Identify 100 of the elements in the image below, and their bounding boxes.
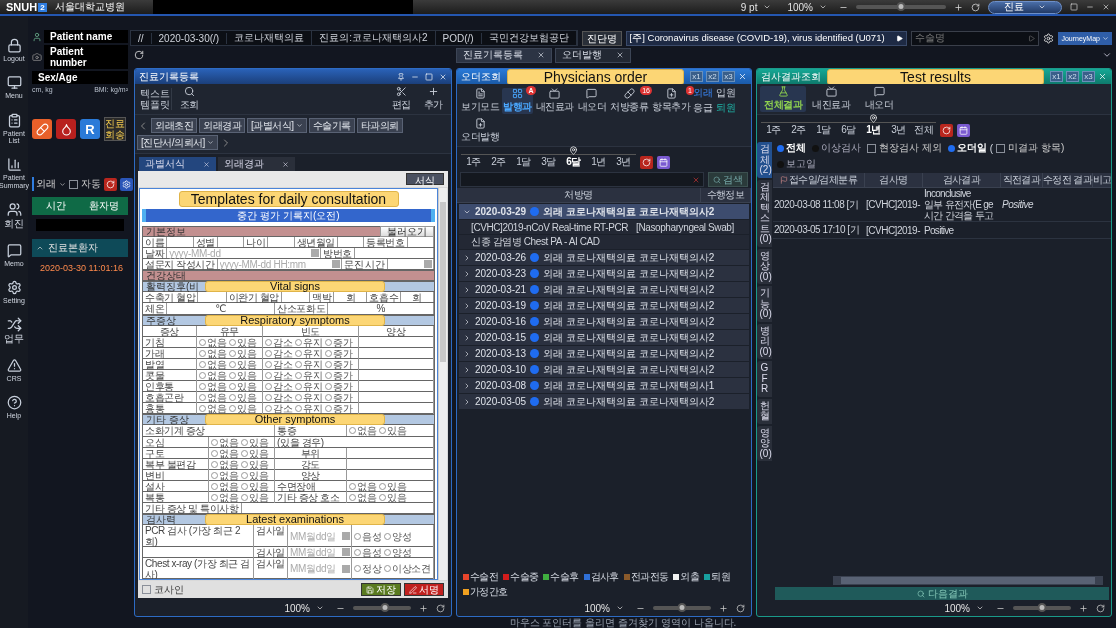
- radio-option[interactable]: 감소: [265, 381, 292, 393]
- calendar-button[interactable]: [657, 156, 670, 169]
- radio-option[interactable]: 이상소견: [384, 563, 430, 575]
- zoom-slider[interactable]: [653, 606, 711, 610]
- nav-item[interactable]: 회진: [0, 202, 28, 230]
- radio-option[interactable]: 있음: [229, 347, 256, 359]
- mode-dropdown[interactable]: 진료: [988, 0, 1062, 14]
- radio-option[interactable]: 없음: [199, 358, 226, 370]
- radio-option[interactable]: 유지: [295, 392, 322, 404]
- maximize-icon[interactable]: [425, 72, 433, 81]
- radio-option[interactable]: 감소: [265, 336, 292, 348]
- scale-button[interactable]: x2: [706, 71, 719, 82]
- cosign-checkbox[interactable]: 코사인: [142, 582, 184, 597]
- form-type-button[interactable]: 외래초진: [151, 118, 197, 133]
- period-button[interactable]: 1달: [811, 114, 836, 137]
- toolbar-button[interactable]: 보기모드: [460, 87, 500, 114]
- radio-option[interactable]: 없음: [199, 392, 226, 404]
- minimize-icon[interactable]: [1086, 3, 1094, 11]
- radio-option[interactable]: 없음: [349, 425, 376, 437]
- slider-thumb[interactable]: [896, 2, 906, 11]
- refresh-button[interactable]: [104, 177, 117, 191]
- pill-icon[interactable]: [32, 119, 52, 139]
- visit-filter[interactable]: 퇴원: [716, 101, 735, 115]
- side-tab[interactable]: 영상(0): [757, 248, 772, 284]
- toolbar-button[interactable]: 내진료과: [534, 87, 575, 114]
- scale-button[interactable]: x3: [1082, 71, 1095, 82]
- radio-option[interactable]: 없음: [211, 436, 238, 448]
- font-size-select[interactable]: 9 pt: [736, 1, 776, 13]
- scale-button[interactable]: x2: [1066, 71, 1079, 82]
- form-type-button[interactable]: 타과의뢰: [356, 118, 403, 133]
- radio-option[interactable]: 있음: [229, 358, 256, 370]
- unit-field[interactable]: %: [328, 303, 434, 314]
- zoom-in-icon[interactable]: [1079, 603, 1088, 613]
- side-tab[interactable]: 헌혈: [757, 398, 772, 424]
- radio-option[interactable]: 있음: [379, 480, 406, 492]
- refresh-button[interactable]: [640, 156, 653, 169]
- save-button[interactable]: 저장: [361, 583, 401, 596]
- document-tab[interactable]: 오더발행: [555, 47, 631, 63]
- radio-option[interactable]: 없음: [211, 492, 238, 504]
- text-template-button[interactable]: 텍스트 템플릿: [138, 88, 172, 110]
- radio-option[interactable]: 있음: [241, 447, 268, 459]
- zoom-in-icon[interactable]: [954, 2, 963, 12]
- form-type-button[interactable]: [진단서/의뢰서]: [137, 135, 218, 150]
- zoom-slider[interactable]: [353, 606, 411, 610]
- order-group-row[interactable]: 2020-03-23 외래 코로나재택의료 코로나재택의사2: [459, 266, 749, 281]
- radio-option[interactable]: 없음: [211, 458, 238, 470]
- zoom-slider[interactable]: [856, 5, 946, 9]
- form-type-button[interactable]: [과별서식]: [247, 118, 307, 133]
- radio-option[interactable]: 있음: [241, 458, 268, 470]
- toolbar-button[interactable]: 내오더: [576, 87, 607, 114]
- pin-icon[interactable]: [397, 72, 405, 81]
- side-tab[interactable]: 검체텍스트(0): [757, 179, 772, 247]
- zoom-slider[interactable]: [1013, 606, 1071, 610]
- period-button[interactable]: 1주: [461, 146, 486, 169]
- radio-option[interactable]: 유지: [295, 403, 322, 415]
- radio-option[interactable]: 없음: [349, 492, 376, 504]
- period-button[interactable]: 3년: [611, 146, 636, 169]
- date-field[interactable]: MM월dd일: [288, 525, 352, 548]
- sign-button[interactable]: 서명: [404, 583, 444, 596]
- refresh-icon[interactable]: [134, 50, 144, 60]
- form-type-button[interactable]: 외래경과: [199, 118, 245, 133]
- radio-option[interactable]: 증가: [325, 392, 352, 404]
- patient-group[interactable]: 진료본환자: [32, 239, 128, 257]
- close-icon[interactable]: [439, 72, 447, 81]
- order-group-row[interactable]: 2020-03-08 외래 코로나재택의료 코로나재택의사1: [459, 378, 749, 393]
- order-group-row[interactable]: 2020-03-29 외래 코로나재택의료 코로나재택의사2: [459, 204, 749, 219]
- period-button[interactable]: 2주: [786, 114, 811, 137]
- close-icon[interactable]: [1102, 3, 1110, 11]
- period-button[interactable]: 1년: [586, 146, 611, 169]
- form-tab[interactable]: 과별서식: [139, 157, 216, 171]
- radio-option[interactable]: 없음: [199, 336, 226, 348]
- radio-option[interactable]: 있음: [229, 381, 256, 393]
- diagnosis-field[interactable]: [주] Coronavirus disease (COVID-19), virus identified (U071): [625, 30, 908, 46]
- issue-order-button[interactable]: 오더발행: [460, 118, 500, 144]
- toolbar-button[interactable]: 추가: [418, 86, 448, 112]
- period-button[interactable]: 3달: [536, 146, 561, 169]
- toolbar-button[interactable]: 조회: [174, 86, 204, 112]
- radio-option[interactable]: 없음: [211, 480, 238, 492]
- radio-option[interactable]: 증가: [325, 358, 352, 370]
- radio-option[interactable]: 있음: [379, 492, 406, 504]
- refresh-icon[interactable]: [971, 2, 980, 12]
- radio-option[interactable]: 있음: [229, 392, 256, 404]
- side-tab[interactable]: 검체(2): [757, 142, 772, 178]
- period-button[interactable]: 6달: [561, 146, 586, 169]
- side-tab[interactable]: 영양(0): [757, 425, 772, 461]
- next-result-button[interactable]: 다음결과: [775, 587, 1109, 600]
- calendar-button[interactable]: [957, 124, 970, 137]
- visit-filter[interactable]: 외래: [693, 86, 712, 100]
- restore-icon[interactable]: [1070, 3, 1078, 11]
- radio-option[interactable]: 유지: [295, 370, 322, 381]
- zoom-select[interactable]: 100%: [940, 602, 988, 614]
- toolbar-button[interactable]: 전체결과: [760, 86, 806, 112]
- order-group-row[interactable]: 2020-03-13 외래 코로나재택의료 코로나재택의사2: [459, 346, 749, 361]
- date-field[interactable]: yyyy-MM-dd HH:mm: [217, 259, 342, 270]
- side-tab[interactable]: 병리(0): [757, 323, 772, 359]
- radio-option[interactable]: 있음: [241, 492, 268, 504]
- period-button[interactable]: 3년: [886, 114, 911, 137]
- slider-thumb[interactable]: [380, 603, 390, 612]
- radio-option[interactable]: 있음: [229, 336, 256, 348]
- period-button[interactable]: 2주: [486, 146, 511, 169]
